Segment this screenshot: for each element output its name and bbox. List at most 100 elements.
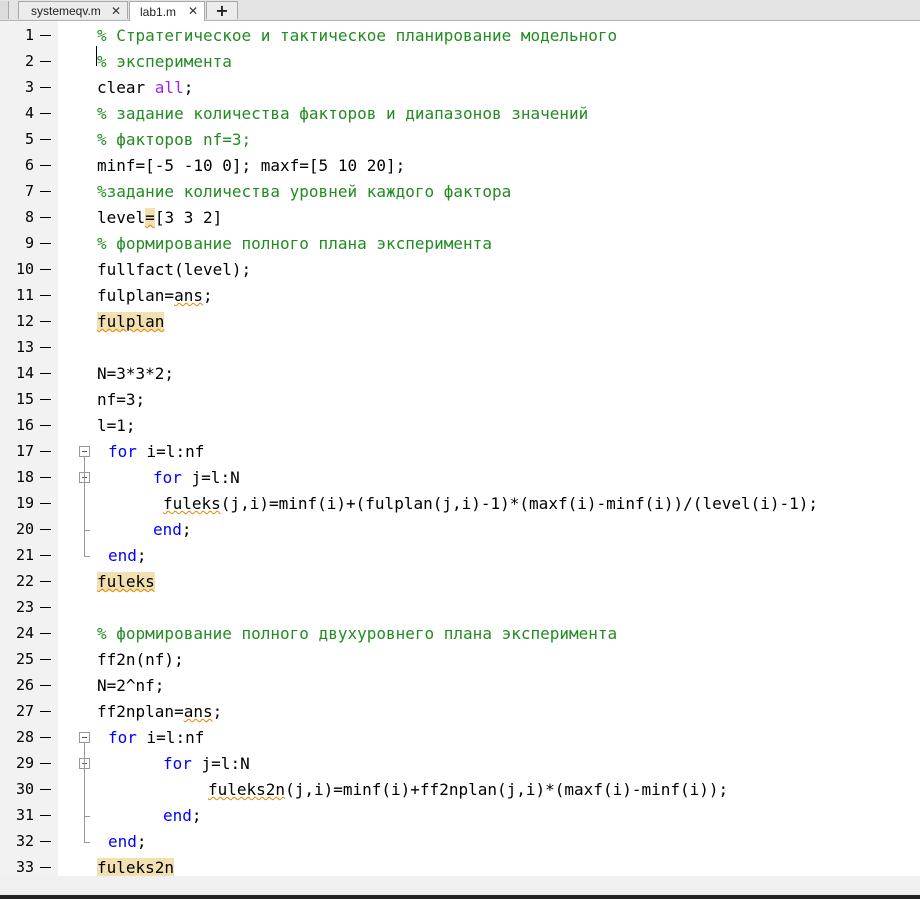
close-icon[interactable]: ✕ [111, 4, 121, 18]
code-line[interactable]: 23 [0, 595, 920, 621]
code-editor[interactable]: 1 % Стратегическое и тактическое планиров… [0, 21, 920, 877]
code-line[interactable]: 25 ff2n(nf); [0, 647, 920, 673]
breakpoint-marker[interactable] [40, 789, 51, 790]
code-line[interactable]: 15 nf=3; [0, 387, 920, 413]
code-line[interactable]: 11 fulplan=ans; [0, 283, 920, 309]
breakpoint-marker[interactable] [40, 321, 51, 322]
code-token: end [108, 546, 137, 565]
breakpoint-marker[interactable] [40, 503, 51, 504]
breakpoint-marker[interactable] [40, 529, 51, 530]
breakpoint-marker[interactable] [40, 633, 51, 634]
fold-toggle-icon[interactable] [79, 732, 90, 743]
code-text: for i=l:nf [108, 728, 204, 748]
code-line[interactable]: 16 l=1; [0, 413, 920, 439]
code-line[interactable]: 5 % факторов nf=3; [0, 127, 920, 153]
code-line[interactable]: 19 fuleks(j,i)=minf(i)+(fulplan(j,i)-1)*(… [0, 491, 920, 517]
breakpoint-marker[interactable] [40, 581, 51, 582]
new-tab-button[interactable]: + [206, 1, 238, 20]
breakpoint-marker[interactable] [40, 867, 51, 868]
code-line[interactable]: 26 N=2^nf; [0, 673, 920, 699]
breakpoint-marker[interactable] [40, 737, 51, 738]
line-number: 3 [24, 78, 34, 96]
code-token: (j,i)=minf(i)+ff2nplan(j,i)*(maxf(i)-min… [285, 780, 729, 799]
code-line[interactable]: 2 % эксперимента [0, 49, 920, 75]
code-token: level [97, 208, 146, 227]
line-number: 2 [24, 52, 34, 70]
code-line[interactable]: 14 N=3*3*2; [0, 361, 920, 387]
code-token: j=l:N [181, 468, 240, 487]
code-token: ans [174, 286, 203, 305]
code-token: N=2^nf; [97, 676, 165, 695]
tab-systemeqv[interactable]: systemeqv.m ✕ [18, 1, 128, 19]
horizontal-scrollbar[interactable] [0, 876, 920, 894]
code-text: % задание количества факторов и диапазон… [97, 104, 588, 124]
breakpoint-marker[interactable] [40, 295, 51, 296]
breakpoint-marker[interactable] [40, 815, 51, 816]
breakpoint-marker[interactable] [40, 87, 51, 88]
code-line[interactable]: 31 end; [0, 803, 920, 829]
code-text: N=2^nf; [97, 676, 164, 696]
code-line[interactable]: 22 fuleks [0, 569, 920, 595]
breakpoint-marker[interactable] [40, 191, 51, 192]
code-text: % формирование полного плана эксперимент… [97, 234, 492, 254]
fold-end-marker [84, 530, 90, 531]
line-number: 11 [15, 286, 34, 304]
code-text: for i=l:nf [108, 442, 204, 462]
code-line[interactable]: 28 for i=l:nf [0, 725, 920, 751]
breakpoint-marker[interactable] [40, 61, 51, 62]
code-token: ans [183, 702, 213, 721]
code-token: %задание количества уровней каждого факт… [97, 182, 512, 201]
breakpoint-marker[interactable] [40, 243, 51, 244]
breakpoint-marker[interactable] [40, 373, 51, 374]
breakpoint-marker[interactable] [40, 763, 51, 764]
breakpoint-marker[interactable] [40, 399, 51, 400]
code-line[interactable]: 8 level=[3 3 2] [0, 205, 920, 231]
code-line[interactable]: 4 % задание количества факторов и диапазо… [0, 101, 920, 127]
breakpoint-marker[interactable] [40, 269, 51, 270]
breakpoint-marker[interactable] [40, 477, 51, 478]
code-line[interactable]: 1 % Стратегическое и тактическое планиров… [0, 23, 920, 49]
code-line[interactable]: 21 end; [0, 543, 920, 569]
code-line[interactable]: 29 for j=l:N [0, 751, 920, 777]
code-line[interactable]: 17 for i=l:nf [0, 439, 920, 465]
breakpoint-marker[interactable] [40, 347, 51, 348]
code-line[interactable]: 12 fulplan [0, 309, 920, 335]
tab-scroll-left[interactable] [0, 1, 9, 19]
code-line[interactable]: 6 minf=[-5 -10 0]; maxf=[5 10 20]; [0, 153, 920, 179]
line-number: 26 [15, 676, 34, 694]
code-token: for [108, 442, 137, 461]
code-line[interactable]: 32 end; [0, 829, 920, 855]
line-number: 20 [15, 520, 34, 538]
breakpoint-marker[interactable] [40, 685, 51, 686]
line-number: 28 [15, 728, 34, 746]
line-number: 7 [24, 182, 34, 200]
code-line[interactable]: 30 fuleks2n(j,i)=minf(i)+ff2nplan(j,i)*(m… [0, 777, 920, 803]
code-line[interactable]: 7 %задание количества уровней каждого фак… [0, 179, 920, 205]
close-icon[interactable]: ✕ [188, 4, 198, 18]
breakpoint-marker[interactable] [40, 113, 51, 114]
code-line[interactable]: 13 [0, 335, 920, 361]
breakpoint-marker[interactable] [40, 659, 51, 660]
code-line[interactable]: 20 end; [0, 517, 920, 543]
breakpoint-marker[interactable] [40, 35, 51, 36]
code-line[interactable]: 10 fullfact(level); [0, 257, 920, 283]
breakpoint-marker[interactable] [40, 217, 51, 218]
tab-lab1[interactable]: lab1.m ✕ [129, 1, 205, 21]
breakpoint-marker[interactable] [40, 607, 51, 608]
fold-toggle-icon[interactable] [79, 446, 90, 457]
breakpoint-marker[interactable] [40, 425, 51, 426]
breakpoint-marker[interactable] [40, 841, 51, 842]
code-line[interactable]: 18 for j=l:N [0, 465, 920, 491]
breakpoint-marker[interactable] [40, 711, 51, 712]
code-line[interactable]: 24 % формирование полного двухуровнего пл… [0, 621, 920, 647]
code-token: for [108, 728, 137, 747]
code-token: % факторов nf=3; [97, 130, 252, 149]
breakpoint-marker[interactable] [40, 165, 51, 166]
code-line[interactable]: 27 ff2nplan=ans; [0, 699, 920, 725]
breakpoint-marker[interactable] [40, 555, 51, 556]
breakpoint-marker[interactable] [40, 451, 51, 452]
breakpoint-marker[interactable] [40, 139, 51, 140]
code-line[interactable]: 9 % формирование полного плана эксперимен… [0, 231, 920, 257]
line-number: 6 [24, 156, 34, 174]
code-line[interactable]: 3 clear all; [0, 75, 920, 101]
